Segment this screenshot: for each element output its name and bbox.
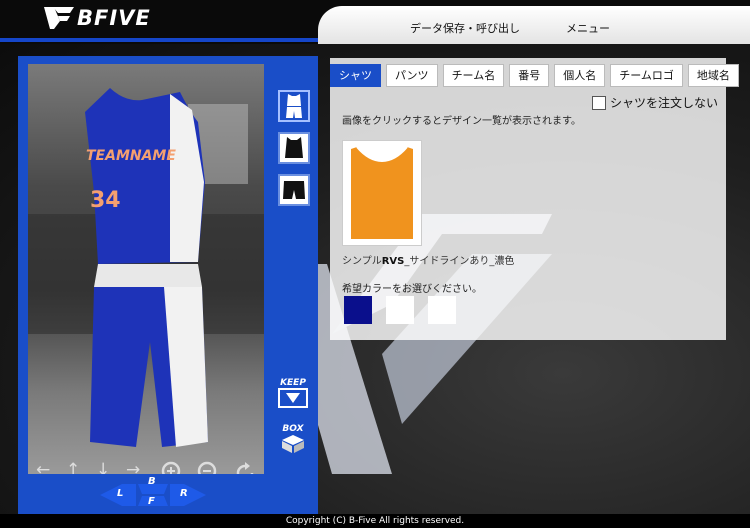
header: BFIVE データ保存・呼び出し メニュー xyxy=(0,0,750,47)
keep-button[interactable]: KEEP xyxy=(278,378,308,411)
color-swatch-white-1[interactable] xyxy=(386,296,414,324)
view-full-uniform-button[interactable] xyxy=(278,90,310,122)
box-label: BOX xyxy=(282,424,304,434)
keep-label: KEEP xyxy=(280,378,306,388)
design-name-bold: RVS xyxy=(381,256,405,267)
pants-icon xyxy=(283,181,305,199)
design-name-suffix: _サイドラインあり_濃色 xyxy=(404,256,515,267)
rotate-left-arrow[interactable]: ← xyxy=(36,460,50,474)
color-swatch-navy[interactable] xyxy=(344,296,372,324)
design-panel: シャツ パンツ チーム名 番号 個人名 チームロゴ 地域名 シャツを注文しない … xyxy=(330,58,739,340)
checkbox-box[interactable] xyxy=(592,95,606,110)
design-info-text: 画像をクリックするとデザイン一覧が表示されます。 xyxy=(342,116,581,127)
view-pants-button[interactable] xyxy=(278,174,310,206)
nav-menu-link[interactable]: メニュー xyxy=(566,20,610,36)
move-down-arrow[interactable]: ↓ xyxy=(96,460,110,474)
direction-back-button[interactable]: B xyxy=(148,476,156,487)
tab-shirt[interactable]: シャツ xyxy=(330,64,381,87)
jersey-model xyxy=(85,88,208,447)
move-up-arrow[interactable]: ↑ xyxy=(66,460,80,474)
shirt-design-thumbnail[interactable] xyxy=(342,140,422,246)
copyright-text: Copyright (C) B-Five All rights reserved… xyxy=(285,516,465,526)
direction-left-button[interactable]: L xyxy=(117,488,123,499)
logo-text: BFIVE xyxy=(77,6,151,30)
rotate-right-arrow[interactable]: → xyxy=(126,460,140,474)
direction-front-button[interactable]: F xyxy=(148,496,155,507)
keep-icon xyxy=(278,388,308,408)
design-name-prefix: シンプル xyxy=(342,256,382,267)
jersey-team-name: TEAMNAME xyxy=(86,148,176,164)
shirt-icon xyxy=(285,137,303,158)
tab-region-name[interactable]: 地域名 xyxy=(687,64,739,87)
view-shirt-button[interactable] xyxy=(278,132,310,164)
nav-save-load-link[interactable]: データ保存・呼び出し xyxy=(410,20,520,36)
zoom-out-icon[interactable] xyxy=(196,460,222,474)
uniform-3d-viewer[interactable]: TEAMNAME 34 ← ↑ ↓ → xyxy=(28,64,264,474)
tab-pants[interactable]: パンツ xyxy=(386,64,438,87)
jersey-number: 34 xyxy=(90,188,121,213)
direction-right-button[interactable]: R xyxy=(180,488,188,499)
tab-number[interactable]: 番号 xyxy=(509,64,550,87)
footer: Copyright (C) B-Five All rights reserved… xyxy=(0,514,750,528)
reset-rotation-icon[interactable] xyxy=(234,462,256,474)
box-button[interactable]: BOX xyxy=(278,424,308,457)
no-shirt-order-checkbox[interactable]: シャツを注文しない xyxy=(592,94,718,111)
tab-team-logo[interactable]: チームロゴ xyxy=(610,64,683,87)
header-accent-bar xyxy=(0,38,330,42)
bfive-logo[interactable]: BFIVE xyxy=(44,4,151,32)
tab-team-name[interactable]: チーム名 xyxy=(442,64,505,87)
tab-player-name[interactable]: 個人名 xyxy=(554,64,606,87)
bfive-logo-icon xyxy=(44,7,74,29)
color-swatch-white-2[interactable] xyxy=(428,296,456,324)
color-prompt: 希望カラーをお選びください。 xyxy=(342,284,482,295)
design-tabs: シャツ パンツ チーム名 番号 個人名 チームロゴ 地域名 xyxy=(330,64,739,87)
full-uniform-icon xyxy=(286,94,302,118)
box-icon xyxy=(282,435,304,453)
no-shirt-order-label: シャツを注文しない xyxy=(610,96,719,110)
design-name: シンプルRVS_サイドラインあり_濃色 xyxy=(342,252,514,267)
nav-panel: データ保存・呼び出し メニュー xyxy=(318,6,750,47)
shirt-thumbnail-image xyxy=(351,146,413,239)
zoom-in-icon[interactable] xyxy=(160,460,186,474)
